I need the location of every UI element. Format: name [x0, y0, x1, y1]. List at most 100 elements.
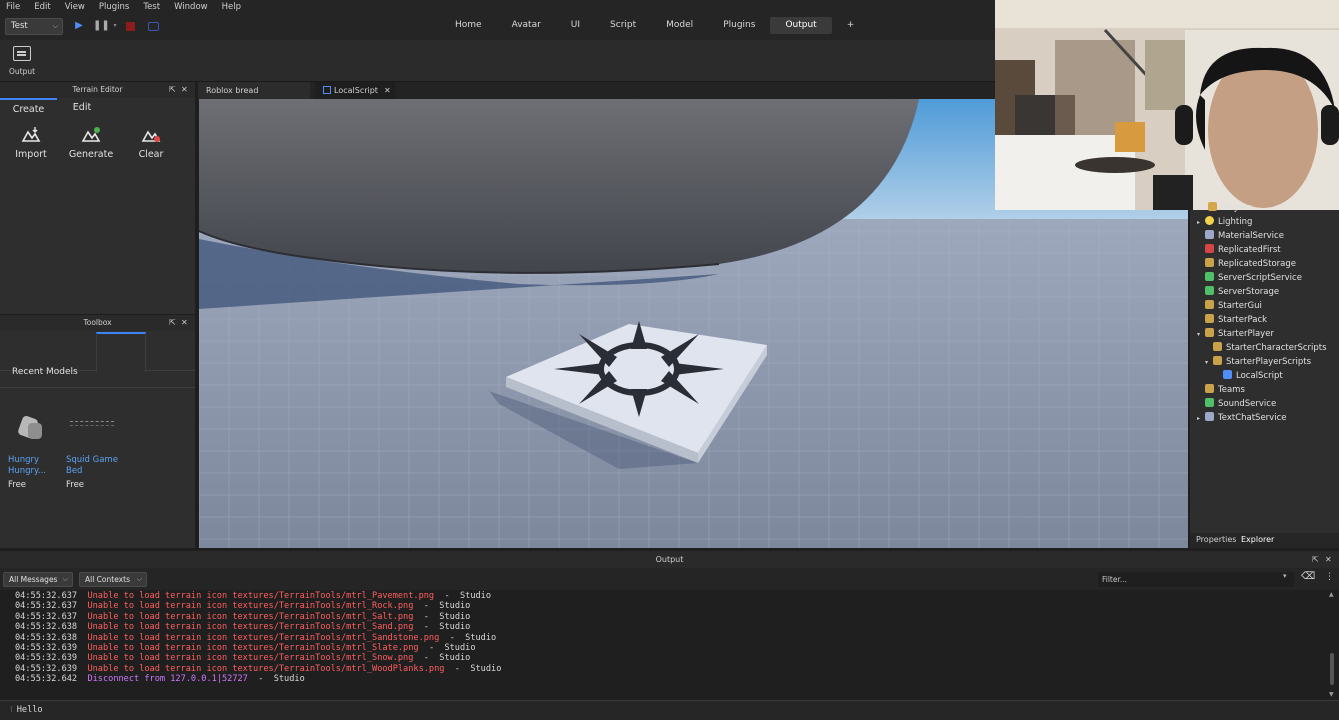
tree-arrow[interactable]: ▸: [1197, 219, 1205, 226]
log-line: 04:55:32.639 Unable to load terrain icon…: [15, 653, 471, 664]
menu-edit[interactable]: Edit: [34, 2, 50, 12]
clear-label: Clear: [138, 149, 164, 160]
model-card[interactable]: Hungry Hungry... Free: [8, 413, 68, 490]
menu-test[interactable]: Test: [143, 2, 160, 12]
model-card[interactable]: Squid Game Bed Free: [66, 413, 126, 490]
tab-avatar[interactable]: Avatar: [497, 17, 556, 34]
starter-gui-icon: [1205, 300, 1214, 309]
tree-row-replicatedstorage[interactable]: ReplicatedStorage: [1197, 258, 1296, 272]
generate-tool[interactable]: Generate: [66, 126, 116, 160]
tab-plugins[interactable]: Plugins: [708, 17, 770, 34]
menu-view[interactable]: View: [65, 2, 85, 12]
tab-explorer[interactable]: Explorer: [1241, 535, 1274, 544]
undock-icon[interactable]: ⇱: [169, 82, 176, 98]
terrain-tabs: Create Edit: [0, 98, 195, 118]
clear-output-icon[interactable]: ⌫: [1301, 571, 1315, 582]
menu-window[interactable]: Window: [174, 2, 208, 12]
tree-row-starterplayerscripts[interactable]: ▾ StarterPlayerScripts: [1205, 356, 1311, 370]
tree-row-materialservice[interactable]: MaterialService: [1197, 230, 1284, 244]
ribbon-output-label[interactable]: Output: [6, 67, 38, 76]
stop-icon[interactable]: [126, 22, 135, 31]
tab-properties[interactable]: Properties: [1196, 535, 1236, 544]
close-icon[interactable]: ✕: [181, 82, 188, 98]
tree-arrow[interactable]: ▸: [1197, 415, 1205, 422]
close-icon[interactable]: ✕: [384, 86, 391, 95]
tab-home[interactable]: Home: [440, 17, 497, 34]
tree-row-starterplayer[interactable]: ▾ StarterPlayer: [1197, 328, 1274, 342]
clear-tool[interactable]: Clear: [126, 126, 176, 160]
mode-select[interactable]: Test ⌵: [5, 18, 63, 35]
terrain-editor-panel: Terrain Editor ⇱ ✕ Create Edit Import Ge…: [0, 82, 195, 314]
folder-icon: [1213, 356, 1222, 365]
pause-dropdown-icon[interactable]: ▾: [108, 19, 122, 33]
command-input[interactable]: Hello: [17, 705, 43, 715]
tree-row-textchatservice[interactable]: ▸ TextChatService: [1197, 412, 1286, 426]
tree-row-teams[interactable]: Teams: [1197, 384, 1245, 398]
tree-row-lighting[interactable]: ▸ Lighting: [1197, 216, 1252, 230]
switch-view-icon[interactable]: [148, 22, 159, 31]
tree-row-localscript[interactable]: LocalScript: [1215, 370, 1283, 384]
script-icon: [1223, 370, 1232, 379]
output-scrollbar[interactable]: ▲ ▼: [1328, 591, 1336, 700]
tree-row-players[interactable]: Players: [1200, 202, 1252, 216]
explorer-panel: Players ▸ Lighting MaterialService Replic…: [1190, 202, 1339, 548]
webcam-image: [995, 0, 1339, 210]
chevron-down-icon[interactable]: ▾: [1283, 572, 1287, 580]
context-filter-dropdown[interactable]: All Contexts ⌵: [79, 572, 147, 587]
undock-icon[interactable]: ⇱: [169, 315, 176, 331]
more-icon[interactable]: ⋮: [1325, 572, 1334, 582]
tree-label: StarterPack: [1218, 315, 1268, 325]
tree-arrow[interactable]: ▾: [1205, 359, 1213, 366]
recent-models-label: Recent Models: [12, 367, 78, 377]
tree-row-startergui[interactable]: StarterGui: [1197, 300, 1262, 314]
model-name[interactable]: Squid Game Bed: [66, 455, 126, 477]
doc-tab-place[interactable]: Roblox bread maker.rbxl✕: [198, 82, 310, 112]
filter-input[interactable]: Filter...: [1098, 572, 1294, 587]
model-name[interactable]: Hungry Hungry...: [8, 455, 68, 477]
output-filter-bar: All Messages ⌵ All Contexts ⌵ Filter... ▾ …: [0, 568, 1339, 590]
tree-row-soundservice[interactable]: SoundService: [1197, 398, 1276, 412]
tree-row-serverscriptservice[interactable]: ServerScriptService: [1197, 272, 1302, 286]
output-window-icon[interactable]: [13, 46, 31, 61]
menu-file[interactable]: File: [6, 2, 20, 12]
tab-edit[interactable]: Edit: [57, 98, 107, 118]
tree-row-starterpack[interactable]: StarterPack: [1197, 314, 1267, 328]
teams-icon: [1205, 384, 1214, 393]
top-navigation: Home Avatar UI Script Model Plugins Outp…: [440, 17, 869, 34]
add-tab-button[interactable]: +: [832, 17, 870, 34]
play-icon[interactable]: ▶: [72, 19, 86, 33]
close-icon[interactable]: ✕: [1325, 551, 1332, 568]
tree-row-serverstorage[interactable]: ServerStorage: [1197, 286, 1279, 300]
storage-icon: [1205, 258, 1214, 267]
tab-output[interactable]: Output: [770, 17, 832, 34]
tab-create[interactable]: Create: [0, 98, 57, 118]
tab-model[interactable]: Model: [651, 17, 708, 34]
starter-pack-icon: [1205, 314, 1214, 323]
close-icon[interactable]: ✕: [181, 315, 188, 331]
tab-ui[interactable]: UI: [556, 17, 595, 34]
undock-icon[interactable]: ⇱: [1312, 551, 1319, 568]
command-bar[interactable]: ⁝ Hello: [0, 700, 1339, 720]
material-icon: [1205, 230, 1214, 239]
import-tool[interactable]: Import: [6, 126, 56, 160]
doc-tab-localscript[interactable]: LocalScript ✕: [315, 82, 395, 99]
output-title: Output: [655, 555, 684, 564]
starter-player-icon: [1205, 328, 1214, 337]
tree-arrow[interactable]: ▾: [1197, 331, 1205, 338]
message-filter-dropdown[interactable]: All Messages ⌵: [3, 572, 73, 587]
pause-icon[interactable]: ❚❚: [93, 19, 110, 33]
toolbox-tab-active[interactable]: [96, 332, 146, 372]
tab-script[interactable]: Script: [595, 17, 651, 34]
tree-row-replicatedfirst[interactable]: ReplicatedFirst: [1197, 244, 1281, 258]
context-filter-value: All Contexts: [85, 575, 130, 584]
tree-label: StarterCharacterScripts: [1226, 343, 1327, 353]
tree-label: MaterialService: [1218, 231, 1284, 241]
menu-plugins[interactable]: Plugins: [99, 2, 129, 12]
tree-row-startercharacterscripts[interactable]: StarterCharacterScripts: [1205, 342, 1327, 356]
log-line: 04:55:32.639 Unable to load terrain icon…: [15, 643, 476, 654]
scrollbar-thumb[interactable]: [1330, 653, 1334, 685]
menu-help[interactable]: Help: [222, 2, 241, 12]
tree-label: ServerStorage: [1218, 287, 1280, 297]
output-panel: Output ⇱ ✕ All Messages ⌵ All Contexts ⌵ F…: [0, 551, 1339, 720]
output-log: 04:55:32.637 Unable to load terrain icon…: [15, 591, 501, 685]
